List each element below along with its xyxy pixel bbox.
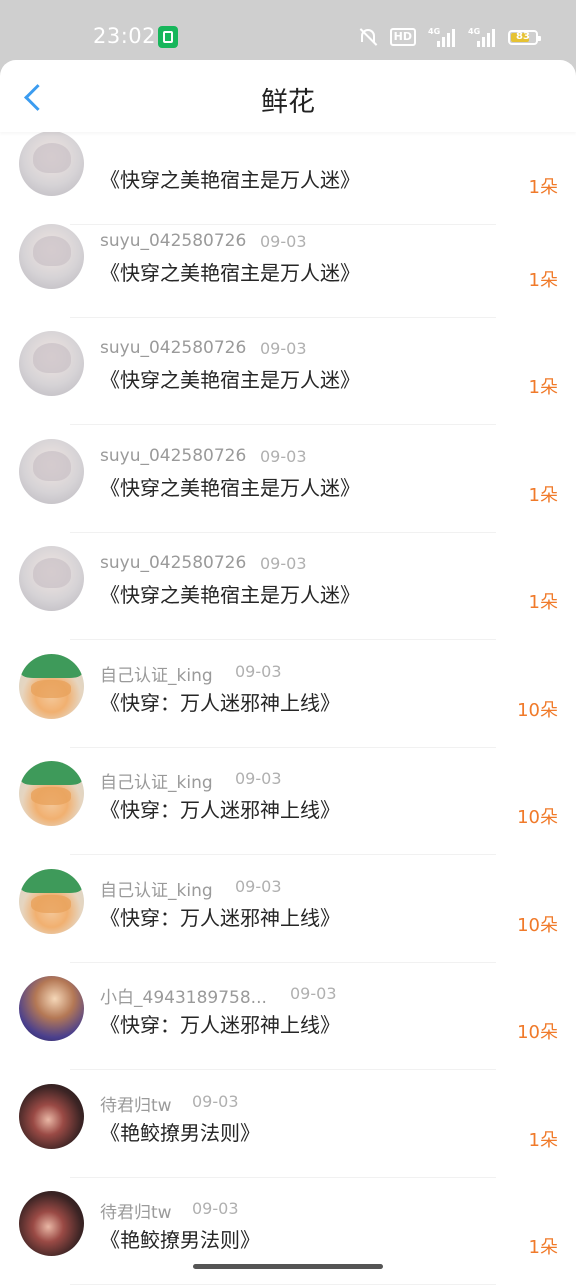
avatar[interactable] bbox=[19, 1191, 84, 1256]
avatar[interactable] bbox=[19, 654, 84, 719]
app-notification-icon bbox=[158, 26, 178, 48]
date: 09-03 bbox=[192, 1199, 239, 1218]
username: suyu_042580726 bbox=[100, 446, 247, 466]
divider bbox=[70, 639, 496, 640]
list-item[interactable]: 《快穿之美艳宿主是万人迷》 1朵 bbox=[0, 118, 576, 225]
username: 待君归tw bbox=[100, 1096, 172, 1116]
book-title[interactable]: 《艳鲛撩男法则》 bbox=[100, 1117, 260, 1146]
avatar[interactable] bbox=[19, 869, 84, 934]
username: 自己认证_king bbox=[100, 881, 213, 901]
username: 自己认证_king bbox=[100, 773, 213, 793]
username: suyu_042580726 bbox=[100, 338, 247, 358]
list-item[interactable]: 小白_4943189758... 09-03 《快穿：万人迷邪神上线》 10朵 bbox=[0, 963, 576, 1070]
date: 09-03 bbox=[260, 554, 307, 573]
date: 09-03 bbox=[260, 447, 307, 466]
avatar[interactable] bbox=[19, 761, 84, 826]
date: 09-03 bbox=[192, 1092, 239, 1111]
battery-icon: 83 bbox=[508, 29, 541, 45]
hd-icon: HD bbox=[389, 28, 416, 46]
list-item[interactable]: 自己认证_king 09-03 《快穿：万人迷邪神上线》 10朵 bbox=[0, 856, 576, 963]
list-item[interactable]: 自己认证_king 09-03 《快穿：万人迷邪神上线》 10朵 bbox=[0, 748, 576, 855]
signal-label: 4G bbox=[468, 27, 481, 36]
book-title[interactable]: 《快穿之美艳宿主是万人迷》 bbox=[100, 364, 360, 393]
username: suyu_042580726 bbox=[100, 231, 247, 251]
avatar[interactable] bbox=[19, 131, 84, 196]
book-title[interactable]: 《艳鲛撩男法则》 bbox=[100, 1224, 260, 1253]
book-title[interactable]: 《快穿：万人迷邪神上线》 bbox=[100, 794, 340, 823]
divider bbox=[70, 854, 496, 855]
avatar[interactable] bbox=[19, 331, 84, 396]
flower-count: 1朵 bbox=[528, 1130, 558, 1151]
signal-icon: 4G bbox=[428, 27, 456, 47]
username: 待君归tw bbox=[100, 1203, 172, 1223]
flower-count: 1朵 bbox=[528, 177, 558, 198]
date: 09-03 bbox=[235, 877, 282, 896]
list-item[interactable]: 自己认证_king 09-03 《快穿：万人迷邪神上线》 10朵 bbox=[0, 641, 576, 748]
book-title[interactable]: 《快穿之美艳宿主是万人迷》 bbox=[100, 579, 360, 608]
flower-count: 1朵 bbox=[528, 485, 558, 506]
flower-count: 10朵 bbox=[517, 807, 558, 828]
avatar[interactable] bbox=[19, 976, 84, 1041]
mute-bell-icon bbox=[358, 27, 378, 47]
avatar[interactable] bbox=[19, 1084, 84, 1149]
avatar[interactable] bbox=[19, 439, 84, 504]
battery-level: 83 bbox=[516, 30, 530, 42]
book-title[interactable]: 《快穿：万人迷邪神上线》 bbox=[100, 687, 340, 716]
home-indicator[interactable] bbox=[193, 1264, 383, 1269]
divider bbox=[70, 1069, 496, 1070]
flower-count: 1朵 bbox=[528, 592, 558, 613]
username: suyu_042580726 bbox=[100, 553, 247, 573]
book-title[interactable]: 《快穿：万人迷邪神上线》 bbox=[100, 1009, 340, 1038]
avatar[interactable] bbox=[19, 224, 84, 289]
flower-record-list: 《快穿之美艳宿主是万人迷》 1朵 suyu_042580726 09-03 《快穿之美艳… bbox=[0, 0, 576, 1285]
nav-bar: 鲜花 bbox=[0, 60, 576, 132]
date: 09-03 bbox=[235, 662, 282, 681]
avatar[interactable] bbox=[19, 546, 84, 611]
username: 自己认证_king bbox=[100, 666, 213, 686]
book-title[interactable]: 《快穿之美艳宿主是万人迷》 bbox=[100, 257, 360, 286]
book-title[interactable]: 《快穿：万人迷邪神上线》 bbox=[100, 902, 340, 931]
flower-count: 1朵 bbox=[528, 1237, 558, 1258]
list-item[interactable]: suyu_042580726 09-03 《快穿之美艳宿主是万人迷》 1朵 bbox=[0, 211, 576, 318]
book-title[interactable]: 《快穿之美艳宿主是万人迷》 bbox=[100, 164, 360, 193]
date: 09-03 bbox=[260, 339, 307, 358]
status-icons: HD 4G 4G 83 bbox=[358, 26, 541, 48]
list-item[interactable]: 待君归tw 09-03 《艳鲛撩男法则》 1朵 bbox=[0, 1071, 576, 1178]
flower-count: 1朵 bbox=[528, 270, 558, 291]
list-item[interactable]: suyu_042580726 09-03 《快穿之美艳宿主是万人迷》 1朵 bbox=[0, 318, 576, 425]
flower-count: 10朵 bbox=[517, 915, 558, 936]
flower-count: 10朵 bbox=[517, 700, 558, 721]
signal-icon: 4G bbox=[468, 27, 496, 47]
book-title[interactable]: 《快穿之美艳宿主是万人迷》 bbox=[100, 472, 360, 501]
list-item[interactable]: suyu_042580726 09-03 《快穿之美艳宿主是万人迷》 1朵 bbox=[0, 533, 576, 640]
date: 09-03 bbox=[290, 984, 337, 1003]
username: 小白_4943189758... bbox=[100, 988, 267, 1008]
flower-count: 10朵 bbox=[517, 1022, 558, 1043]
divider bbox=[70, 424, 496, 425]
flower-count: 1朵 bbox=[528, 377, 558, 398]
list-item[interactable]: suyu_042580726 09-03 《快穿之美艳宿主是万人迷》 1朵 bbox=[0, 426, 576, 533]
signal-label: 4G bbox=[428, 27, 441, 36]
date: 09-03 bbox=[260, 232, 307, 251]
page-title: 鲜花 bbox=[261, 87, 315, 118]
status-time: 23:02 bbox=[93, 24, 157, 48]
date: 09-03 bbox=[235, 769, 282, 788]
